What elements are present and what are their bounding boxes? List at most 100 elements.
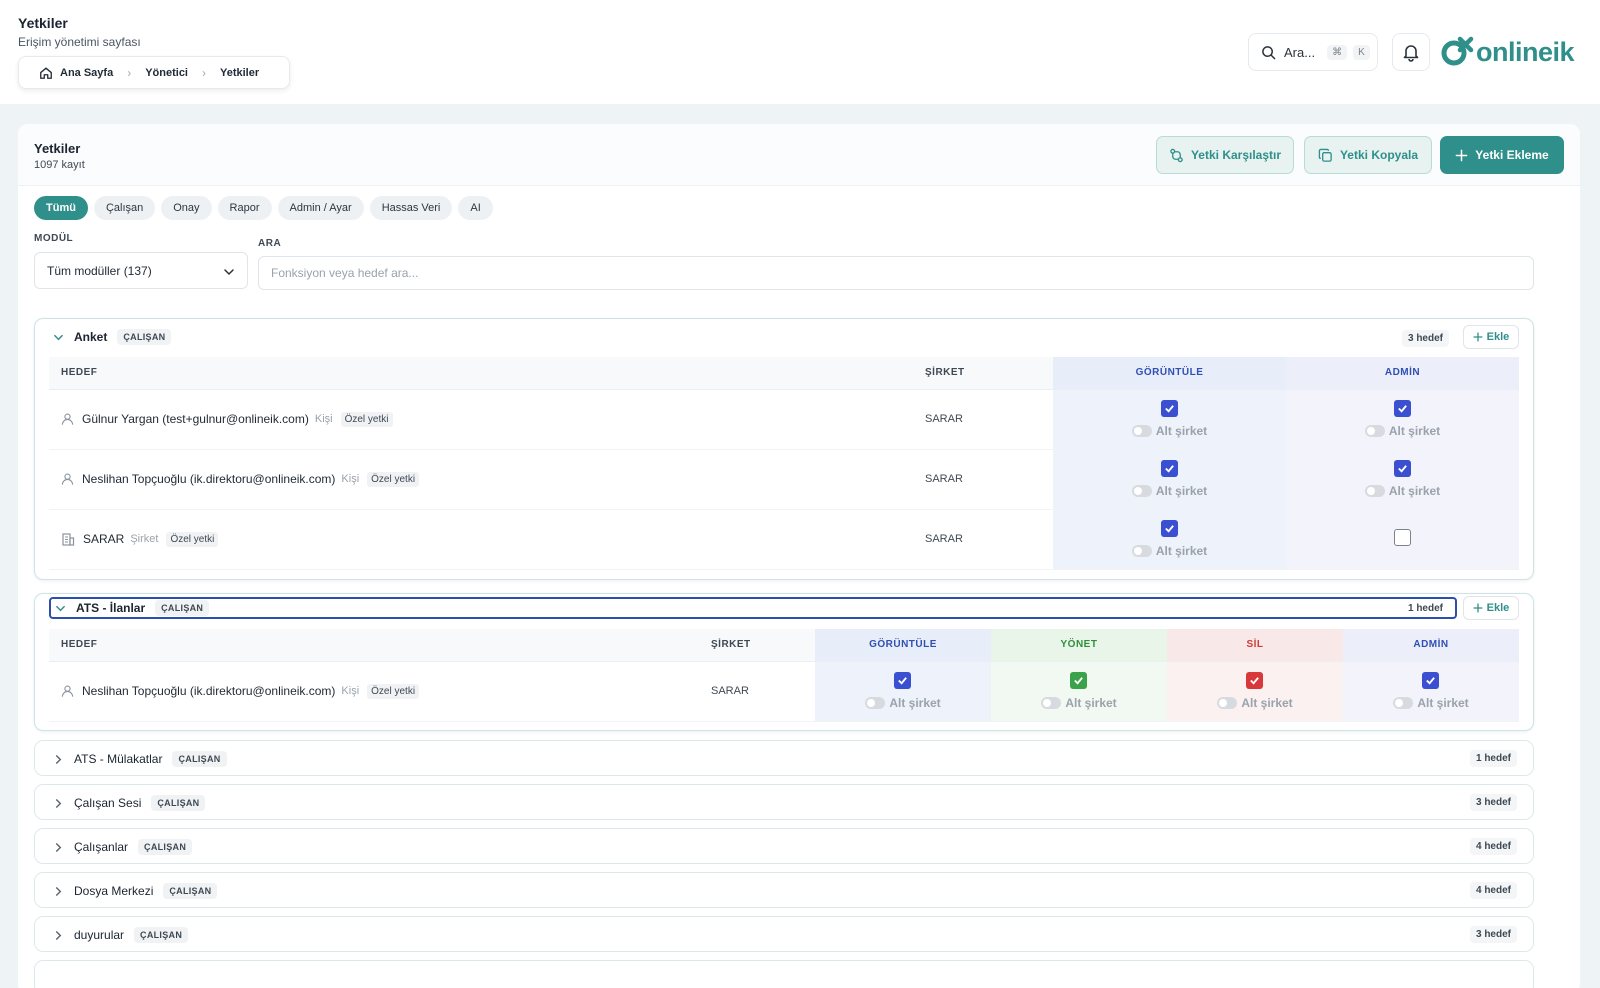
page-title: Yetkiler <box>18 15 68 31</box>
col-delete: SİL <box>1167 629 1343 662</box>
delete-checkbox[interactable] <box>1246 672 1264 689</box>
subsidiary-toggle[interactable]: Alt şirket <box>1364 424 1440 438</box>
user-icon <box>61 473 74 485</box>
check-icon <box>1250 677 1260 685</box>
col-company: ŞİRKET <box>925 357 1053 390</box>
group-tag: ÇALIŞAN <box>172 751 227 767</box>
group-header[interactable]: ATS - Mülakatlar ÇALIŞAN <box>35 741 1533 777</box>
subsidiary-label: Alt şirket <box>1065 696 1117 710</box>
group-duyurular[interactable]: duyurular ÇALIŞAN 3 hedef <box>34 916 1534 952</box>
add-target-button[interactable]: Ekle <box>1463 596 1519 620</box>
col-admin: ADMİN <box>1343 629 1519 662</box>
company-value: SARAR <box>925 449 1053 510</box>
group-header[interactable]: ATS - İlanlar ÇALIŞAN <box>49 597 1457 619</box>
target-count: 4 hedef <box>1469 838 1517 855</box>
subsidiary-toggle[interactable]: Alt şirket <box>1131 544 1207 558</box>
group-next-partial[interactable] <box>34 960 1534 988</box>
chevron-down-icon <box>224 269 234 276</box>
card-title: Yetkiler <box>34 141 81 156</box>
admin-checkbox[interactable] <box>1422 672 1440 689</box>
subsidiary-toggle[interactable]: Alt şirket <box>1041 696 1117 710</box>
special-badge: Özel yetki <box>367 683 420 699</box>
breadcrumb-admin[interactable]: Yönetici <box>145 67 188 79</box>
toggle-switch <box>1393 697 1414 709</box>
view-checkbox[interactable] <box>894 672 912 689</box>
chevron-right-icon <box>55 798 62 808</box>
group-ats-mulakatlar[interactable]: ATS - Mülakatlar ÇALIŞAN 1 hedef <box>34 740 1534 776</box>
module-select[interactable]: Tüm modüller (137) <box>34 252 248 289</box>
group-name: Çalışanlar <box>74 840 129 854</box>
subsidiary-toggle[interactable]: Alt şirket <box>1131 484 1207 498</box>
bell-icon <box>1403 45 1419 62</box>
group-ats-ilanlar: ATS - İlanlar ÇALIŞAN 1 hedef Ekle HEDEF… <box>34 593 1534 731</box>
view-checkbox[interactable] <box>1160 400 1178 417</box>
admin-checkbox[interactable] <box>1393 460 1411 477</box>
col-admin: ADMİN <box>1286 357 1519 390</box>
user-icon <box>61 685 74 697</box>
col-view: GÖRÜNTÜLE <box>815 629 991 662</box>
view-checkbox[interactable] <box>1160 520 1178 537</box>
breadcrumb-home[interactable]: Ana Sayfa <box>39 66 113 80</box>
chip-sensitive-data[interactable]: Hassas Veri <box>369 196 453 220</box>
user-icon <box>61 413 74 425</box>
group-tag: ÇALIŞAN <box>155 600 210 616</box>
special-badge: Özel yetki <box>340 411 393 427</box>
compare-permissions-button[interactable]: Yetki Karşılaştır <box>1156 136 1294 174</box>
subsidiary-toggle[interactable]: Alt şirket <box>1217 696 1293 710</box>
target-name: Neslihan Topçuoğlu (ik.direktoru@onlinei… <box>82 472 336 486</box>
permission-search-input[interactable] <box>258 256 1534 290</box>
toggle-switch <box>1364 485 1385 497</box>
manage-checkbox[interactable] <box>1070 672 1088 689</box>
group-header[interactable]: Çalışanlar ÇALIŞAN <box>35 829 1533 865</box>
group-tag: ÇALIŞAN <box>151 795 206 811</box>
subsidiary-toggle[interactable]: Alt şirket <box>1364 484 1440 498</box>
chip-all[interactable]: Tümü <box>34 196 88 220</box>
admin-checkbox[interactable] <box>1393 400 1411 417</box>
global-search-button[interactable]: Ara... ⌘ K <box>1248 33 1378 71</box>
copy-permissions-label: Yetki Kopyala <box>1339 148 1419 162</box>
notifications-button[interactable] <box>1392 33 1430 71</box>
toggle-switch <box>1217 697 1238 709</box>
group-calisanlar[interactable]: Çalışanlar ÇALIŞAN 4 hedef <box>34 828 1534 864</box>
table-row: Gülnur Yargan (test+gulnur@onlineik.com)… <box>49 389 1519 450</box>
chip-ai[interactable]: AI <box>458 196 493 220</box>
subsidiary-toggle[interactable]: Alt şirket <box>865 696 941 710</box>
chip-employee[interactable]: Çalışan <box>93 196 156 220</box>
group-anket: Anket ÇALIŞAN 3 hedef Ekle HEDEF ŞİRKET … <box>34 318 1534 580</box>
group-header[interactable]: Dosya Merkezi ÇALIŞAN <box>35 873 1533 909</box>
target-count: 3 hedef <box>1469 794 1517 811</box>
subsidiary-label: Alt şirket <box>1155 424 1208 438</box>
subsidiary-toggle[interactable]: Alt şirket <box>1131 424 1208 438</box>
group-dosya-merkezi[interactable]: Dosya Merkezi ÇALIŞAN 4 hedef <box>34 872 1534 908</box>
admin-checkbox[interactable] <box>1394 529 1411 546</box>
group-calisan-sesi[interactable]: Çalışan Sesi ÇALIŞAN 3 hedef <box>34 784 1534 820</box>
subsidiary-toggle[interactable]: Alt şirket <box>1393 696 1469 710</box>
record-count: 1097 kayıt <box>34 159 85 171</box>
target-kind: Kişi <box>341 685 360 697</box>
view-checkbox[interactable] <box>1160 460 1178 477</box>
search-label: ARA <box>258 238 282 249</box>
page-subtitle: Erişim yönetimi sayfası <box>18 35 141 49</box>
check-icon <box>1165 405 1174 413</box>
company-value: SARAR <box>925 509 1053 570</box>
check-icon <box>1074 677 1084 685</box>
group-header[interactable]: duyurular ÇALIŞAN <box>35 917 1533 953</box>
permissions-card: Yetkiler 1097 kayıt Yetki Karşılaştır Ye… <box>18 124 1580 988</box>
group-header[interactable]: Anket ÇALIŞAN <box>35 319 1533 355</box>
chevron-right-icon: › <box>127 65 132 80</box>
chip-admin-settings[interactable]: Admin / Ayar <box>277 196 364 220</box>
compare-icon <box>1170 148 1183 162</box>
target-name: Gülnur Yargan (test+gulnur@onlineik.com) <box>82 412 309 426</box>
module-label: MODÜL <box>34 233 74 244</box>
copy-permissions-button[interactable]: Yetki Kopyala <box>1304 136 1432 174</box>
chip-approval[interactable]: Onay <box>161 196 212 220</box>
table-row: Neslihan Topçuoğlu (ik.direktoru@onlinei… <box>49 661 1519 722</box>
subsidiary-label: Alt şirket <box>1417 696 1469 710</box>
group-header[interactable]: Çalışan Sesi ÇALIŞAN <box>35 785 1533 821</box>
add-target-button[interactable]: Ekle <box>1463 325 1519 349</box>
chip-report[interactable]: Rapor <box>217 196 272 220</box>
plus-icon <box>1455 149 1468 161</box>
toggle-switch <box>1131 485 1152 497</box>
chevron-right-icon <box>55 886 62 896</box>
add-permission-button[interactable]: Yetki Ekleme <box>1440 136 1564 174</box>
